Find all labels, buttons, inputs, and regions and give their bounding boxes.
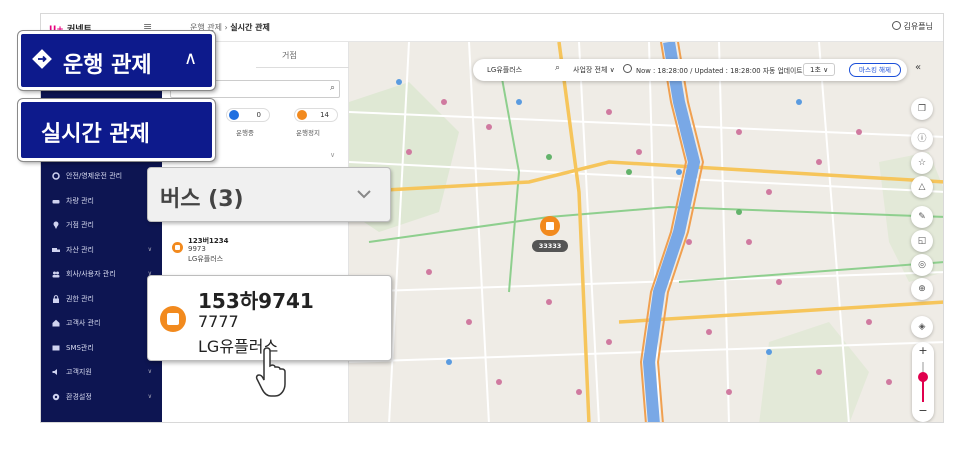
callout-realtime-control[interactable]: 실시간 관제 [17, 98, 216, 162]
map-search-bar: LG유플러스 ⌕ 사업장 전체 ∨ Now : 18:28:00 / Updat… [473, 59, 907, 81]
site-filter-select[interactable]: 사업장 전체 ∨ [573, 65, 615, 75]
map-canvas [349, 42, 943, 422]
mail-icon [52, 344, 60, 352]
stat-running-label: 운행중 [236, 129, 254, 137]
lock-icon [52, 294, 60, 303]
callout-operation-control[interactable]: 운행 관제 ∧ [17, 30, 216, 91]
breadcrumb-current: 실시간 관제 [230, 23, 270, 32]
home-icon [52, 319, 60, 327]
sidebar-menu: 안전/영제운전 관리 차량 관리 ∨ 거점 관리 자산 관리 ∨ 회사/사용자 … [41, 164, 162, 409]
speaker-icon [52, 368, 60, 376]
sidebar-item-company-user[interactable]: 회사/사용자 관리 ∨ [41, 262, 162, 287]
pencil-icon[interactable]: ✎ [911, 206, 933, 228]
stat-running[interactable]: 0 [226, 108, 270, 122]
bus-marker-label: 33333 [532, 240, 568, 252]
sidebar-item-support[interactable]: 고객지원 ∨ [41, 360, 162, 385]
zoom-in-button[interactable]: + [912, 344, 934, 357]
locate-icon[interactable]: ◈ [911, 316, 933, 338]
stat-stopped-label: 운행정지 [296, 129, 320, 137]
star-icon[interactable]: ☆ [911, 152, 933, 174]
pointer-cursor-icon [255, 347, 286, 397]
settings-icon [52, 393, 60, 401]
bus-marker-icon[interactable] [540, 216, 560, 236]
double-chevron-left-icon[interactable]: « [915, 62, 921, 73]
chevron-down-icon: ∨ [147, 245, 152, 253]
chevron-down-icon: ∨ [147, 368, 152, 375]
tab-divider [256, 67, 349, 68]
chevron-down-icon: ∨ [147, 392, 152, 400]
copy-icon[interactable]: ❐ [911, 98, 933, 120]
zoom-control: + − [912, 342, 934, 422]
user-menu[interactable]: 김유플님 [891, 21, 933, 32]
zoom-out-button[interactable]: − [912, 404, 934, 417]
chevron-down-icon [357, 190, 371, 199]
bus-icon [160, 306, 186, 332]
direction-diamond-icon [32, 49, 52, 69]
info-icon[interactable]: ⓘ [911, 128, 933, 150]
sidebar-item-customer[interactable]: 고객사 관리 [41, 311, 162, 336]
chevron-up-icon: ∧ [184, 48, 198, 69]
sidebar-item-base[interactable]: 거점 관리 [41, 213, 162, 238]
top-bar: 운행 관제 › 실시간 관제 김유플님 [162, 14, 943, 42]
sidebar-item-permission[interactable]: 권한 관리 [41, 287, 162, 312]
radius-icon[interactable]: ◎ [911, 254, 933, 276]
marker-clear-button[interactable]: 마스킹 해제 [849, 63, 901, 77]
search-icon[interactable]: ⌕ [330, 83, 335, 93]
map-view[interactable]: LG유플러스 ⌕ 사업장 전체 ∨ Now : 18:28:00 / Updat… [349, 42, 943, 422]
people-icon [52, 270, 60, 278]
update-status: Now : 18:28:00 / Updated : 18:28:00 자동 업… [636, 67, 803, 75]
bus-icon [297, 110, 307, 120]
bus-icon [172, 242, 183, 253]
truck-icon [52, 246, 60, 254]
search-icon[interactable]: ⌕ [555, 63, 560, 73]
share-icon[interactable]: ⊕ [911, 278, 933, 300]
callout-bus-group[interactable]: 버스 (3) [147, 167, 391, 222]
location-arrow-icon [229, 110, 239, 120]
stat-stopped[interactable]: 14 [294, 108, 338, 122]
route-icon[interactable]: △ [911, 176, 933, 198]
sidebar-item-sms[interactable]: SMS관리 ∨ [41, 336, 162, 361]
clock-icon [623, 64, 632, 73]
interval-select[interactable]: 1초 ∨ [803, 63, 836, 76]
tab-base[interactable]: 거점 [282, 50, 297, 61]
sidebar-item-asset[interactable]: 자산 관리 ∨ [41, 238, 162, 263]
user-icon [891, 21, 901, 30]
chevron-down-icon[interactable]: ∨ [330, 151, 335, 159]
sidebar-item-vehicle[interactable]: 차량 관리 ∨ [41, 189, 162, 214]
sidebar-item-safe-driving[interactable]: 안전/영제운전 관리 [41, 164, 162, 189]
zoom-slider-handle[interactable] [918, 372, 928, 382]
map-search-input[interactable]: LG유플러스 [487, 65, 522, 75]
car-icon [52, 197, 60, 205]
pin-icon [52, 221, 60, 230]
area-icon[interactable]: ◱ [911, 230, 933, 252]
sidebar-item-settings[interactable]: 환경설정 ∨ [41, 385, 162, 410]
gear-icon [52, 172, 60, 180]
